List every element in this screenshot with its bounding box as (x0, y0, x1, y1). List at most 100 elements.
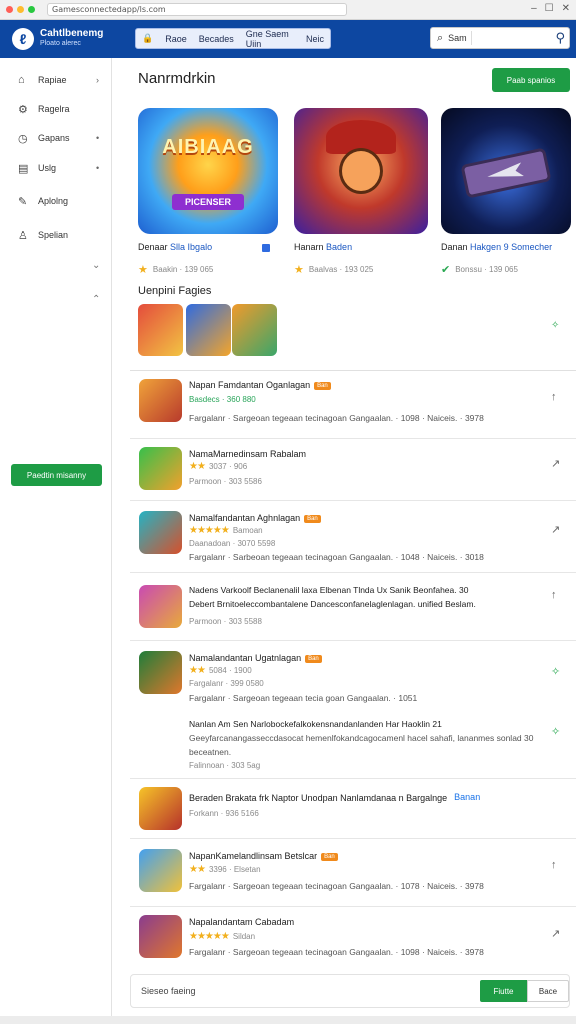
star-icon: ★ (138, 264, 148, 276)
featured-card-2[interactable] (294, 108, 428, 234)
sidebar-item-5[interactable]: ✎ Aplolng (0, 189, 112, 213)
item-description: Fargalanr · Sargeoan tegeaan tecinagoan … (189, 947, 484, 957)
game-thumbnail (139, 585, 182, 628)
footer-secondary-button[interactable]: Bace (527, 980, 569, 1002)
list-item[interactable]: Namalfandantan Aghnlagan Ban ★★★★★ Bamoan … (130, 501, 576, 573)
badge: Ban (304, 515, 321, 523)
list-item[interactable]: Beraden Brakata frk Naptor Unodpan Nanla… (130, 779, 576, 839)
nav-tab-4[interactable]: Neic (306, 34, 324, 44)
lock-icon: 🔒 (142, 33, 154, 43)
minimize-window-icon[interactable] (17, 6, 24, 13)
featured-caption-2[interactable]: Hanarn Baden (294, 242, 352, 252)
item-description: Fargalanr · Sargeoan tegeaan tecinagoan … (189, 881, 484, 891)
list-item[interactable]: NapanKamelandlinsam Betslcar Ban ★★ 3396 ·… (130, 839, 576, 907)
game-thumbnail (139, 511, 182, 554)
url-text: Gamesconnectedapp/ls.com (52, 5, 166, 14)
caption-text: Denaar (138, 242, 168, 252)
sidebar-item-1[interactable]: ⌂ Rapiae › (0, 68, 112, 92)
check-icon: ✔ (441, 264, 451, 276)
item-meta: Parmoon · 303 5588 (189, 617, 262, 626)
game-list: Napan Famdantan Oganlagan Ban Basdecs · 3… (130, 370, 576, 974)
clock-icon: ◷ (18, 132, 28, 145)
sidebar-item-2[interactable]: ⚙ Ragelra (0, 97, 112, 121)
maximize-window-icon[interactable] (28, 6, 35, 13)
close-window-icon[interactable] (6, 6, 13, 13)
share-icon[interactable]: ↑ (551, 589, 557, 601)
title-text: Namalandantan Ugatnlagan (189, 653, 302, 663)
game-thumbnail (139, 447, 182, 490)
sidebar-item-6[interactable]: ♙ Spelian (0, 223, 112, 247)
list-item[interactable]: NamaMarnedinsam Rabalam ★★ 3037 · 906 Par… (130, 439, 576, 501)
star-icon: ★ (294, 264, 304, 276)
footer-primary-button[interactable]: Fiutte (480, 980, 527, 1002)
stars: ★★ (189, 864, 206, 875)
list-item[interactable]: Namalandantan Ugatnlagan Ban ★★ 5084 · 190… (130, 641, 576, 779)
header-nav: 🔒 Raoe Becades Gne Saem Uiin Neic (135, 28, 331, 49)
close-icon[interactable]: ✕ (562, 3, 570, 14)
restore-icon[interactable]: ☐ (545, 3, 554, 14)
sidebar-cta-button[interactable]: Paedtin misanny (11, 464, 102, 486)
open-icon[interactable]: ↗ (551, 457, 560, 470)
window-bottom-edge (0, 1016, 576, 1024)
featured-card-1[interactable]: AIBIAAG PICENSER (138, 108, 278, 234)
star-rating: ★★ 5084 · 1900 (189, 665, 252, 676)
item-title: Beraden Brakata frk Naptor Unodpan Nanla… (189, 791, 483, 803)
thumbnail-3[interactable] (232, 304, 277, 356)
user-icon: ♙ (18, 229, 28, 242)
sidebar-item-4[interactable]: ▤ Uslg • (0, 156, 112, 180)
page-title: Nanrmdrkin (138, 70, 216, 87)
game-thumbnail (139, 915, 182, 958)
list-item[interactable]: Napan Famdantan Oganlagan Ban Basdecs · 3… (130, 371, 576, 439)
stars: ★★★★★ (189, 525, 230, 536)
nav-tab-2[interactable]: Becades (199, 34, 234, 44)
featured-card-3[interactable] (441, 108, 571, 234)
sparkle-icon[interactable]: ✧ (551, 725, 560, 738)
brand-subtitle: Ploato alerec (40, 40, 81, 47)
rating-text: 5084 · 1900 (208, 666, 252, 675)
item-title: Namalfandantan Aghnlagan Ban (189, 513, 321, 523)
game-thumbnail (139, 379, 182, 422)
info-icon[interactable] (262, 244, 270, 252)
search-box[interactable]: ⌕ Sam ⚲ (430, 27, 570, 49)
minimize-icon[interactable]: – (531, 3, 537, 14)
featured-caption-1[interactable]: Denaar Slla Ibgalo (138, 242, 212, 252)
star-rating: ★★ 3396 · Elsetan (189, 864, 261, 875)
list-item[interactable]: Nadens Varkoolf Beclanenalil laxa Elbena… (130, 573, 576, 641)
open-icon[interactable]: ↗ (551, 523, 560, 536)
share-icon[interactable]: ↑ (551, 859, 557, 871)
nav-tab-1[interactable]: Raoe (165, 34, 187, 44)
section-title: Uenpini Fagies (138, 285, 212, 297)
rating-text: Bamoan (232, 526, 263, 535)
featured-caption-3[interactable]: Danan Hakgen 9 Somecher (441, 242, 552, 252)
thumbnail-2[interactable] (186, 304, 231, 356)
app-logo-icon[interactable]: ℓ (12, 28, 34, 50)
brand-title: Cahtlbenemg (40, 28, 104, 39)
share-icon[interactable]: ↑ (551, 391, 557, 403)
brand: Cahtlbenemg Ploato alerec (40, 29, 103, 49)
badge: Ban (321, 853, 338, 861)
nav-tab-3[interactable]: Gne Saem Uiin (246, 29, 294, 49)
sparkle-icon[interactable]: ✧ (551, 665, 560, 678)
list-item[interactable]: Napalandantam Cabadam ★★★★★ Sildan Fargal… (130, 907, 576, 975)
item-description: Fargalanr · Sarbeoan tegeaan tecinagoan … (189, 552, 484, 562)
puzzle-icon: ⚙ (18, 103, 28, 116)
footer-label: Sieseo faeing (141, 986, 196, 996)
sparkle-icon[interactable]: ✧ (551, 320, 559, 331)
item-title: NamaMarnedinsam Rabalam (189, 449, 307, 459)
item-description: Fargalanr · Sargeoan tegeaan tecia goan … (189, 693, 418, 703)
address-bar[interactable]: Gamesconnectedapp/ls.com (47, 3, 347, 16)
app-header: ℓ Cahtlbenemg Ploato alerec 🔒 Raoe Becad… (0, 20, 576, 58)
hero-character-art (339, 148, 383, 194)
chevron-down-icon[interactable]: ⌄ (92, 260, 100, 271)
footer-bar: Sieseo faeing Fiutte Bace (130, 974, 570, 1008)
item-meta: Forkann · 936 5166 (189, 809, 259, 818)
sidebar-item-3[interactable]: ◷ Gapans • (0, 126, 112, 150)
primary-action-button[interactable]: Paab spanios (492, 68, 570, 92)
item-title: Napalandantam Cabadam (189, 917, 295, 927)
item-title: NapanKamelandlinsam Betslcar Ban (189, 851, 338, 861)
thumbnail-1[interactable] (138, 304, 183, 356)
open-icon[interactable]: ↗ (551, 927, 560, 940)
game-thumbnail (139, 849, 182, 892)
search-button-icon[interactable]: ⚲ (555, 30, 565, 46)
chevron-up-icon[interactable]: ⌃ (92, 294, 100, 305)
